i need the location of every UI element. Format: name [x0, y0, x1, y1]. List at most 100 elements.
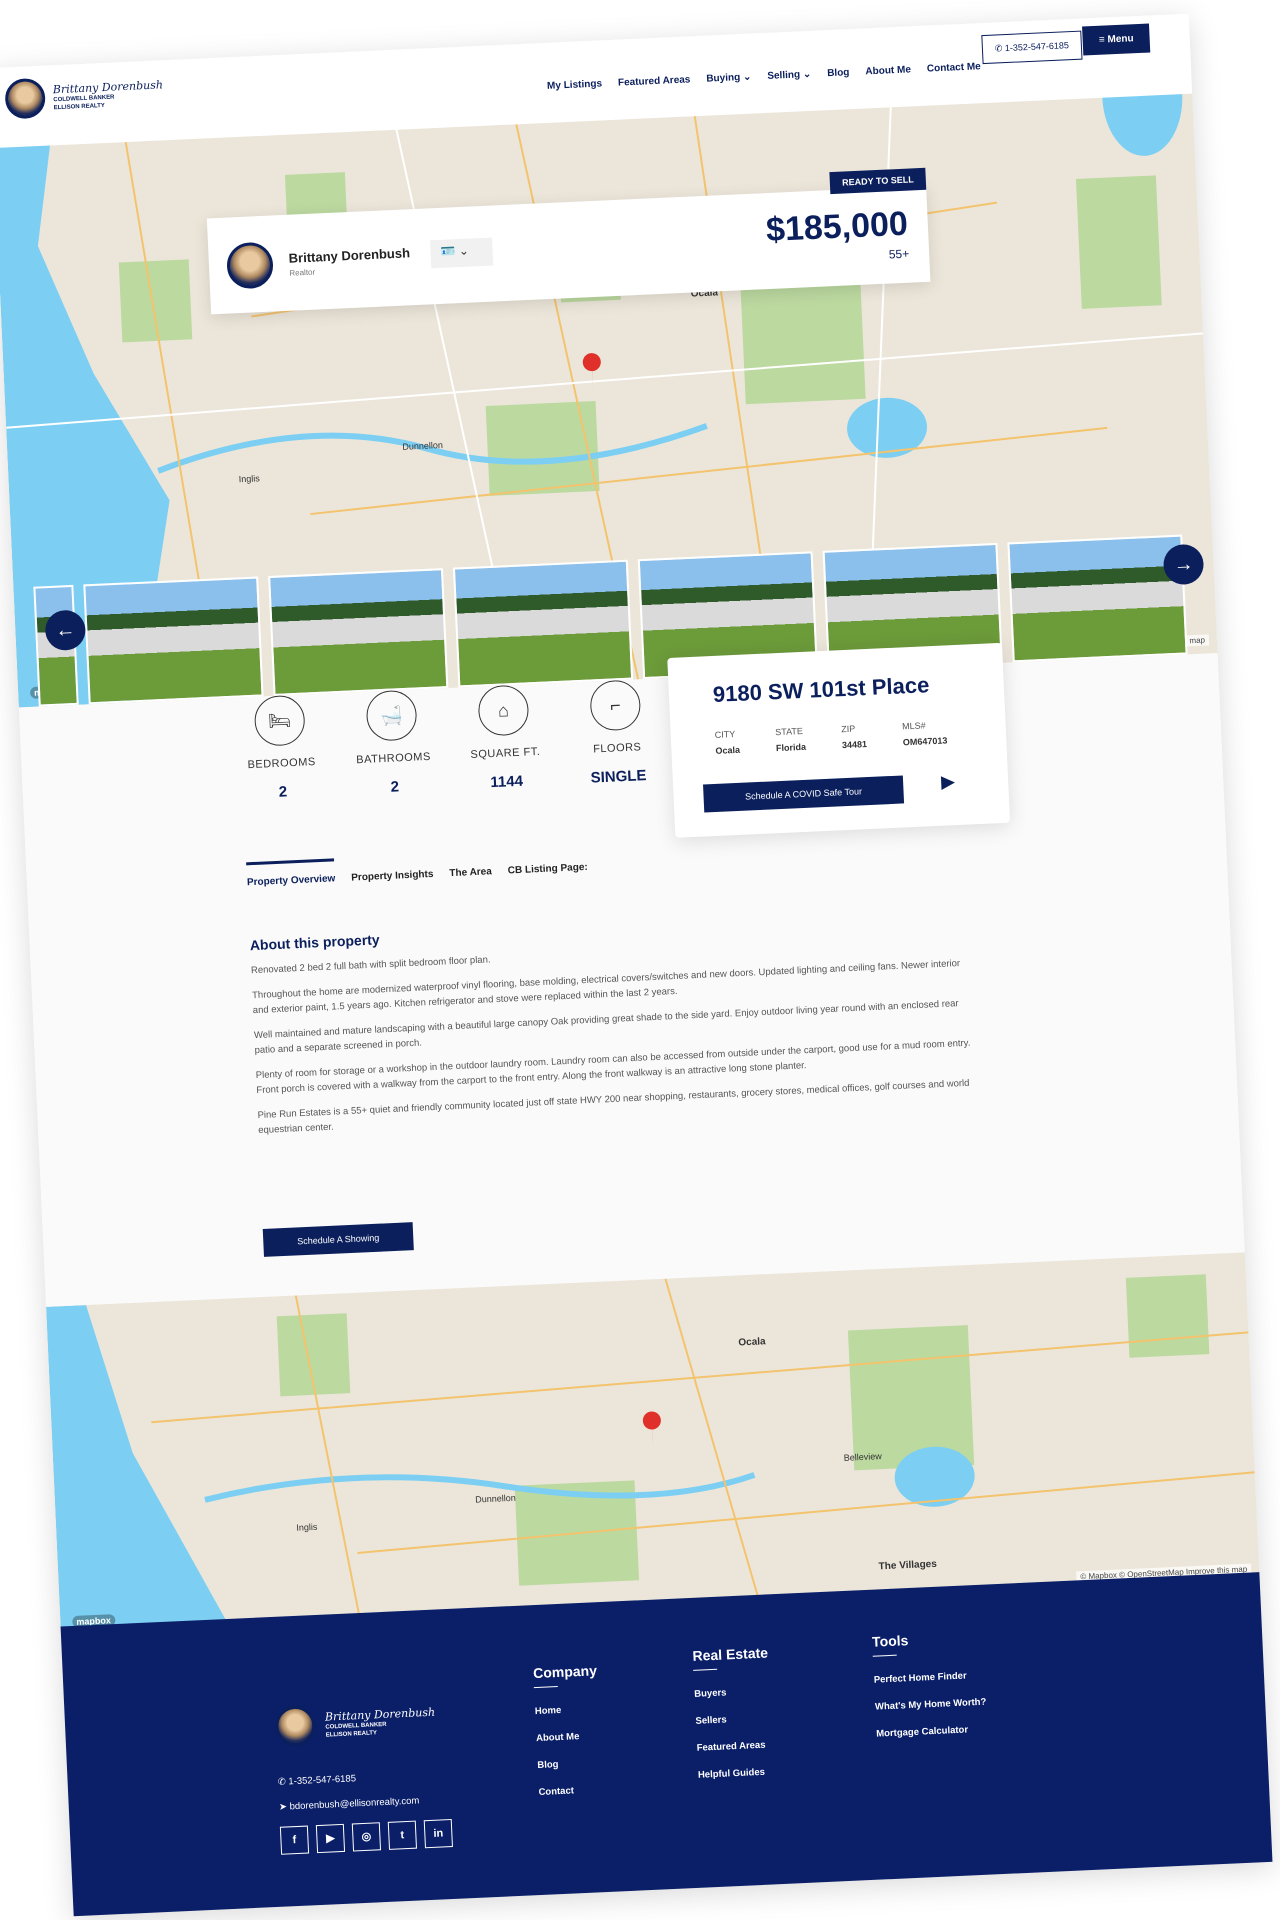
stat-floors: ⌐ FLOORS SINGLE	[574, 679, 659, 788]
photo-thumbnail[interactable]	[83, 576, 264, 705]
chevron-down-icon: ⌄	[458, 243, 470, 259]
footer-heading: Company	[532, 1662, 598, 1682]
nav-links: My Listings Featured Areas Buying ⌄ Sell…	[547, 61, 981, 92]
phone-button[interactable]: ✆ 1-352-547-6185	[981, 30, 1083, 65]
fact-value: Florida	[775, 741, 807, 754]
footer-phone[interactable]: ✆ 1-352-547-6185	[277, 1770, 419, 1788]
footer-link-home[interactable]: Home	[535, 1703, 599, 1717]
menu-button[interactable]: ≡ Menu	[1082, 23, 1151, 56]
fact-label: MLS#	[901, 720, 926, 732]
ready-to-sell-badge: READY TO SELL	[829, 167, 927, 195]
tab-cb-listing-page[interactable]: CB Listing Page:	[508, 862, 588, 877]
age-restriction: 55+	[888, 246, 910, 262]
play-icon[interactable]: ▶	[941, 771, 956, 793]
listing-page: Brittany Dorenbush COLDWELL BANKER ELLIS…	[0, 13, 1273, 1917]
tab-property-overview[interactable]: Property Overview	[246, 858, 336, 889]
schedule-showing-button[interactable]: Schedule A Showing	[262, 1222, 414, 1257]
footer-link-sellers[interactable]: Sellers	[695, 1712, 771, 1726]
youtube-icon[interactable]: ▶	[315, 1823, 346, 1854]
photo-thumbnail[interactable]	[268, 568, 449, 696]
nav-selling[interactable]: Selling ⌄	[767, 69, 811, 82]
avatar	[4, 77, 47, 120]
contact-card-icon: 🪪	[440, 244, 456, 259]
contact-card-dropdown[interactable]: 🪪 ⌄	[430, 237, 494, 269]
agent-role: Realtor	[289, 267, 316, 278]
map-label-inglis: Inglis	[238, 473, 260, 484]
avatar	[274, 1705, 317, 1747]
stat-bedrooms: 🛏 BEDROOMS 2	[239, 694, 324, 803]
agent-avatar	[225, 241, 275, 290]
instagram-icon[interactable]: ◎	[351, 1822, 382, 1852]
footer-link-contact[interactable]: Contact	[538, 1784, 602, 1798]
property-stats: 🛏 BEDROOMS 2 🛁 BATHROOMS 2 ⌂ SQUARE FT. 1144 ⌐…	[239, 679, 659, 803]
hero-map[interactable]: Ocala Dunnellon Inglis Brittany Dorenbus…	[0, 73, 1218, 708]
social-links: f ▶ ◎ t in	[279, 1818, 453, 1855]
stat-value: 1144	[490, 772, 524, 792]
footer-link-about[interactable]: About Me	[536, 1730, 600, 1744]
facebook-icon[interactable]: f	[279, 1825, 310, 1855]
footer-link-home-worth[interactable]: What's My Home Worth?	[875, 1697, 987, 1713]
fact-label: CITY	[714, 729, 736, 740]
location-map[interactable]: Ocala Dunnellon Inglis Belleview The Vil…	[46, 1252, 1260, 1637]
map-label-belleview: Belleview	[843, 1451, 882, 1463]
address-facts: CITY Ocala STATE Florida ZIP 34481 MLS# OM64…	[715, 719, 948, 756]
fact-label: ZIP	[840, 723, 856, 735]
stat-label: FLOORS	[592, 741, 642, 756]
footer-link-featured-areas[interactable]: Featured Areas	[696, 1739, 772, 1754]
footer-email[interactable]: ➤ bdorenbush@ellisonrealty.com	[279, 1795, 420, 1812]
nav-my-listings[interactable]: My Listings	[547, 78, 602, 91]
footer-heading: Real Estate	[692, 1644, 769, 1664]
map-label-dunnellon: Dunnellon	[475, 1493, 516, 1505]
stat-value: SINGLE	[590, 767, 647, 787]
email-address: bdorenbush@ellisonrealty.com	[289, 1795, 420, 1813]
footer-company: Company Home About Me Blog Contact	[533, 1662, 603, 1814]
nav-about[interactable]: About Me	[865, 64, 911, 77]
stat-label: SQUARE FT.	[470, 745, 541, 762]
tab-property-insights[interactable]: Property Insights	[351, 869, 434, 884]
footer-link-helpful-guides[interactable]: Helpful Guides	[698, 1766, 774, 1781]
stat-label: BEDROOMS	[247, 756, 316, 772]
linkedin-icon[interactable]: in	[423, 1818, 453, 1849]
twitter-icon[interactable]: t	[387, 1820, 417, 1850]
fact-value: 34481	[841, 739, 868, 751]
stat-value: 2	[390, 778, 400, 796]
footer-contact: ✆ 1-352-547-6185 ➤ bdorenbush@ellisonrea…	[277, 1770, 420, 1813]
fact-value: Ocala	[715, 744, 741, 756]
nav-featured-areas[interactable]: Featured Areas	[618, 74, 691, 88]
property-tabs: Property Overview Property Insights The …	[246, 858, 588, 889]
address-title: 9180 SW 101st Place	[712, 672, 930, 707]
address-card: 9180 SW 101st Place CITY Ocala STATE Flori…	[667, 642, 1011, 838]
phone-number: 1-352-547-6185	[1004, 40, 1070, 54]
about-section: About this property Renovated 2 bed 2 fu…	[249, 905, 978, 1148]
bed-icon: 🛏	[253, 694, 306, 747]
send-icon: ➤	[278, 1801, 288, 1813]
footer-link-blog[interactable]: Blog	[537, 1757, 601, 1771]
footer-real-estate: Real Estate Buyers Sellers Featured Area…	[692, 1644, 774, 1796]
map-pin-icon	[582, 353, 601, 392]
site-logo[interactable]: Brittany Dorenbush COLDWELL BANKER ELLIS…	[4, 72, 164, 120]
tab-the-area[interactable]: The Area	[449, 866, 492, 879]
map-label-inglis: Inglis	[296, 1522, 318, 1533]
schedule-tour-button[interactable]: Schedule A COVID Safe Tour	[703, 775, 905, 813]
map-label-the-villages: The Villages	[878, 1559, 937, 1573]
footer-link-home-finder[interactable]: Perfect Home Finder	[874, 1670, 986, 1685]
stat-square-ft: ⌂ SQUARE FT. 1144	[462, 684, 547, 793]
footer-link-buyers[interactable]: Buyers	[694, 1685, 770, 1699]
nav-blog[interactable]: Blog	[827, 67, 850, 79]
photo-thumbnail[interactable]	[452, 559, 634, 688]
nav-buying[interactable]: Buying ⌄	[706, 72, 751, 85]
photo-thumbnail[interactable]	[1007, 534, 1188, 663]
stat-label: BATHROOMS	[355, 750, 432, 767]
footer-logo[interactable]: Brittany Dorenbush COLDWELL BANKER ELLIS…	[274, 1700, 436, 1747]
agent-name: Brittany Dorenbush	[288, 245, 411, 266]
map-label-ocala: Ocala	[738, 1336, 766, 1348]
map-pin-icon	[642, 1411, 661, 1450]
stairs-icon: ⌐	[589, 679, 642, 732]
fact-label: STATE	[775, 725, 804, 738]
nav-contact[interactable]: Contact Me	[927, 61, 981, 74]
stat-bathrooms: 🛁 BATHROOMS 2	[350, 689, 435, 798]
footer-link-mortgage-calculator[interactable]: Mortgage Calculator	[876, 1724, 988, 1739]
map-label-dunnellon: Dunnellon	[402, 440, 443, 452]
phone-icon: ✆	[277, 1776, 287, 1788]
footer: Brittany Dorenbush COLDWELL BANKER ELLIS…	[60, 1572, 1273, 1917]
